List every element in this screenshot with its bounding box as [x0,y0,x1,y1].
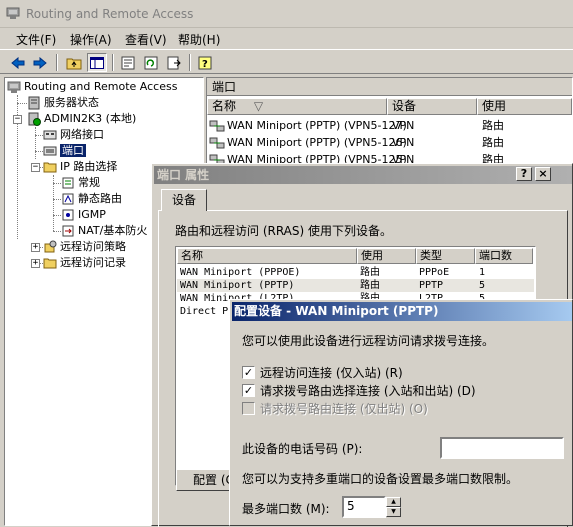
back-arrow-icon[interactable] [8,53,28,72]
collapse-ip-routing-expander[interactable]: − [31,163,40,172]
network-interfaces-icon [43,130,57,140]
table-row[interactable]: WAN Miniport (PPTP) 路由 PPTP 5 [177,279,534,292]
rras-app-icon [6,7,20,19]
up-folder-icon[interactable] [64,53,84,72]
tree-item-server[interactable]: ADMIN2K3 (本地) [27,111,136,127]
outbound-only-checkbox [242,402,255,415]
tree-label: 常规 [78,176,100,189]
svg-text:?: ? [202,59,208,70]
dialog-title: 配置设备 - WAN Miniport (PPTP) [234,304,439,318]
close-button[interactable]: × [535,167,551,181]
column-header-ports[interactable]: 端口数 [475,248,533,264]
expand-policies-expander[interactable]: + [31,243,40,252]
nat-icon [62,225,74,237]
general-icon [62,177,74,189]
tree-item-nat[interactable]: NAT/基本防火 [61,223,147,239]
refresh-icon[interactable] [141,53,161,72]
sort-indicator-icon: ▽ [253,99,264,113]
ports-icon [43,146,57,156]
dialog-title: 端口 属性 [157,168,210,182]
tree-item-server-status[interactable]: 服务器状态 [27,95,99,111]
window-title: Routing and Remote Access [26,7,194,21]
column-header-use[interactable]: 使用 [357,248,416,264]
spin-up-icon[interactable]: ▲ [386,497,401,507]
server-status-icon [28,96,40,110]
tree-label: IP 路由选择 [60,160,118,173]
static-routes-icon [62,193,74,205]
menu-bar: 文件(F) 操作(A) 查看(V) 帮助(H) [0,28,573,48]
tree-label: NAT/基本防火 [78,224,148,237]
folder-icon [43,258,57,269]
igmp-icon [62,209,74,221]
max-ports-input[interactable]: 5 [342,496,386,518]
menu-file[interactable]: 文件(F) [16,31,56,48]
tree-item-general[interactable]: 常规 [61,175,100,191]
tree-item-ports[interactable]: 端口 [43,143,86,159]
remote-access-checkbox[interactable]: ✓ [242,366,255,379]
wan-port-icon [209,137,225,149]
toolbar: ? [0,49,573,74]
collapse-server-expander[interactable]: − [13,115,22,124]
menu-help[interactable]: 帮助(H) [178,31,220,48]
phone-number-label: 此设备的电话号码 (P): [242,442,363,456]
tree-label: 静态路由 [78,192,122,205]
tree-label: 端口 [60,144,86,157]
tree-item-ip-routing[interactable]: IP 路由选择 [43,159,117,175]
tree-label: 服务器状态 [44,96,99,109]
demand-dial-label[interactable]: 请求拨号路由选择连接 (入站和出站) (D) [260,382,476,399]
description-text: 路由和远程访问 (RRAS) 使用下列设备。 [175,224,393,238]
tab-devices[interactable]: 设备 [161,189,207,211]
menu-action[interactable]: 操作(A) [70,31,112,48]
outbound-only-label: 请求拨号路由连接 (仅出站) (O) [260,402,428,416]
pane-header: 端口 [207,78,572,96]
phone-number-input[interactable] [440,437,564,459]
tree-item-igmp[interactable]: IGMP [61,207,106,223]
list-item[interactable]: WAN Miniport (PPTP) (VPN5-127) VPN 路由 [209,117,569,134]
max-ports-label: 最多端口数 (M): [242,502,330,516]
dialog-title-bar[interactable]: 端口 属性 [154,166,572,184]
properties-icon[interactable] [118,53,138,72]
wan-port-icon [209,120,225,132]
show-hide-tree-icon[interactable] [87,53,107,72]
tree-item-remote-access-logging[interactable]: 远程访问记录 [43,255,126,271]
spin-down-icon[interactable]: ▼ [386,507,401,517]
table-row[interactable]: WAN Miniport (PPPOE) 路由 PPPoE 1 [177,266,534,279]
rras-root-icon [7,81,21,93]
column-header-name[interactable]: 名称 [177,248,357,264]
help-button[interactable]: ? [516,167,532,181]
tree-item-network-interfaces[interactable]: 网络接口 [43,127,104,143]
tree-label: IGMP [78,208,106,221]
column-header-device[interactable]: 设备 [387,98,477,115]
policies-icon [44,240,57,253]
port-limit-text: 您可以为支持多重端口的设备设置最多端口数限制。 [242,472,519,486]
tree-item-remote-access-policies[interactable]: 远程访问策略 [43,239,126,255]
export-list-icon[interactable] [164,53,184,72]
dialog-title-bar[interactable]: 配置设备 - WAN Miniport (PPTP) [232,302,572,321]
tree-item-static-routes[interactable]: 静态路由 [61,191,122,207]
remote-access-label[interactable]: 远程访问连接 (仅入站) (R) [260,364,403,381]
list-item[interactable]: WAN Miniport (PPTP) (VPN5-126) VPN 路由 [209,134,569,151]
tree-item-rras-root[interactable]: Routing and Remote Access [7,79,177,95]
forward-arrow-icon[interactable] [30,53,50,72]
column-header-name[interactable]: 名称 ▽ [207,98,387,115]
column-header-type[interactable]: 类型 [416,248,475,264]
tree-label: 远程访问策略 [60,240,126,253]
tree-label: 网络接口 [60,128,104,141]
tree-label: ADMIN2K3 (本地) [44,112,137,125]
configure-device-dialog: 配置设备 - WAN Miniport (PPTP) 您可以使用此设备进行远程访… [229,299,573,526]
intro-text: 您可以使用此设备进行远程访问请求拨号连接。 [242,334,495,348]
server-running-icon [28,112,41,126]
menu-view[interactable]: 查看(V) [125,31,167,48]
tree-label: Routing and Remote Access [24,80,178,93]
demand-dial-checkbox[interactable]: ✓ [242,384,255,397]
help-icon[interactable]: ? [195,53,215,72]
expand-logging-expander[interactable]: + [31,259,40,268]
tree-label: 远程访问记录 [60,256,126,269]
column-header-use[interactable]: 使用 [477,98,572,115]
window-title-bar[interactable]: Routing and Remote Access [0,0,573,28]
folder-open-icon [43,162,57,173]
